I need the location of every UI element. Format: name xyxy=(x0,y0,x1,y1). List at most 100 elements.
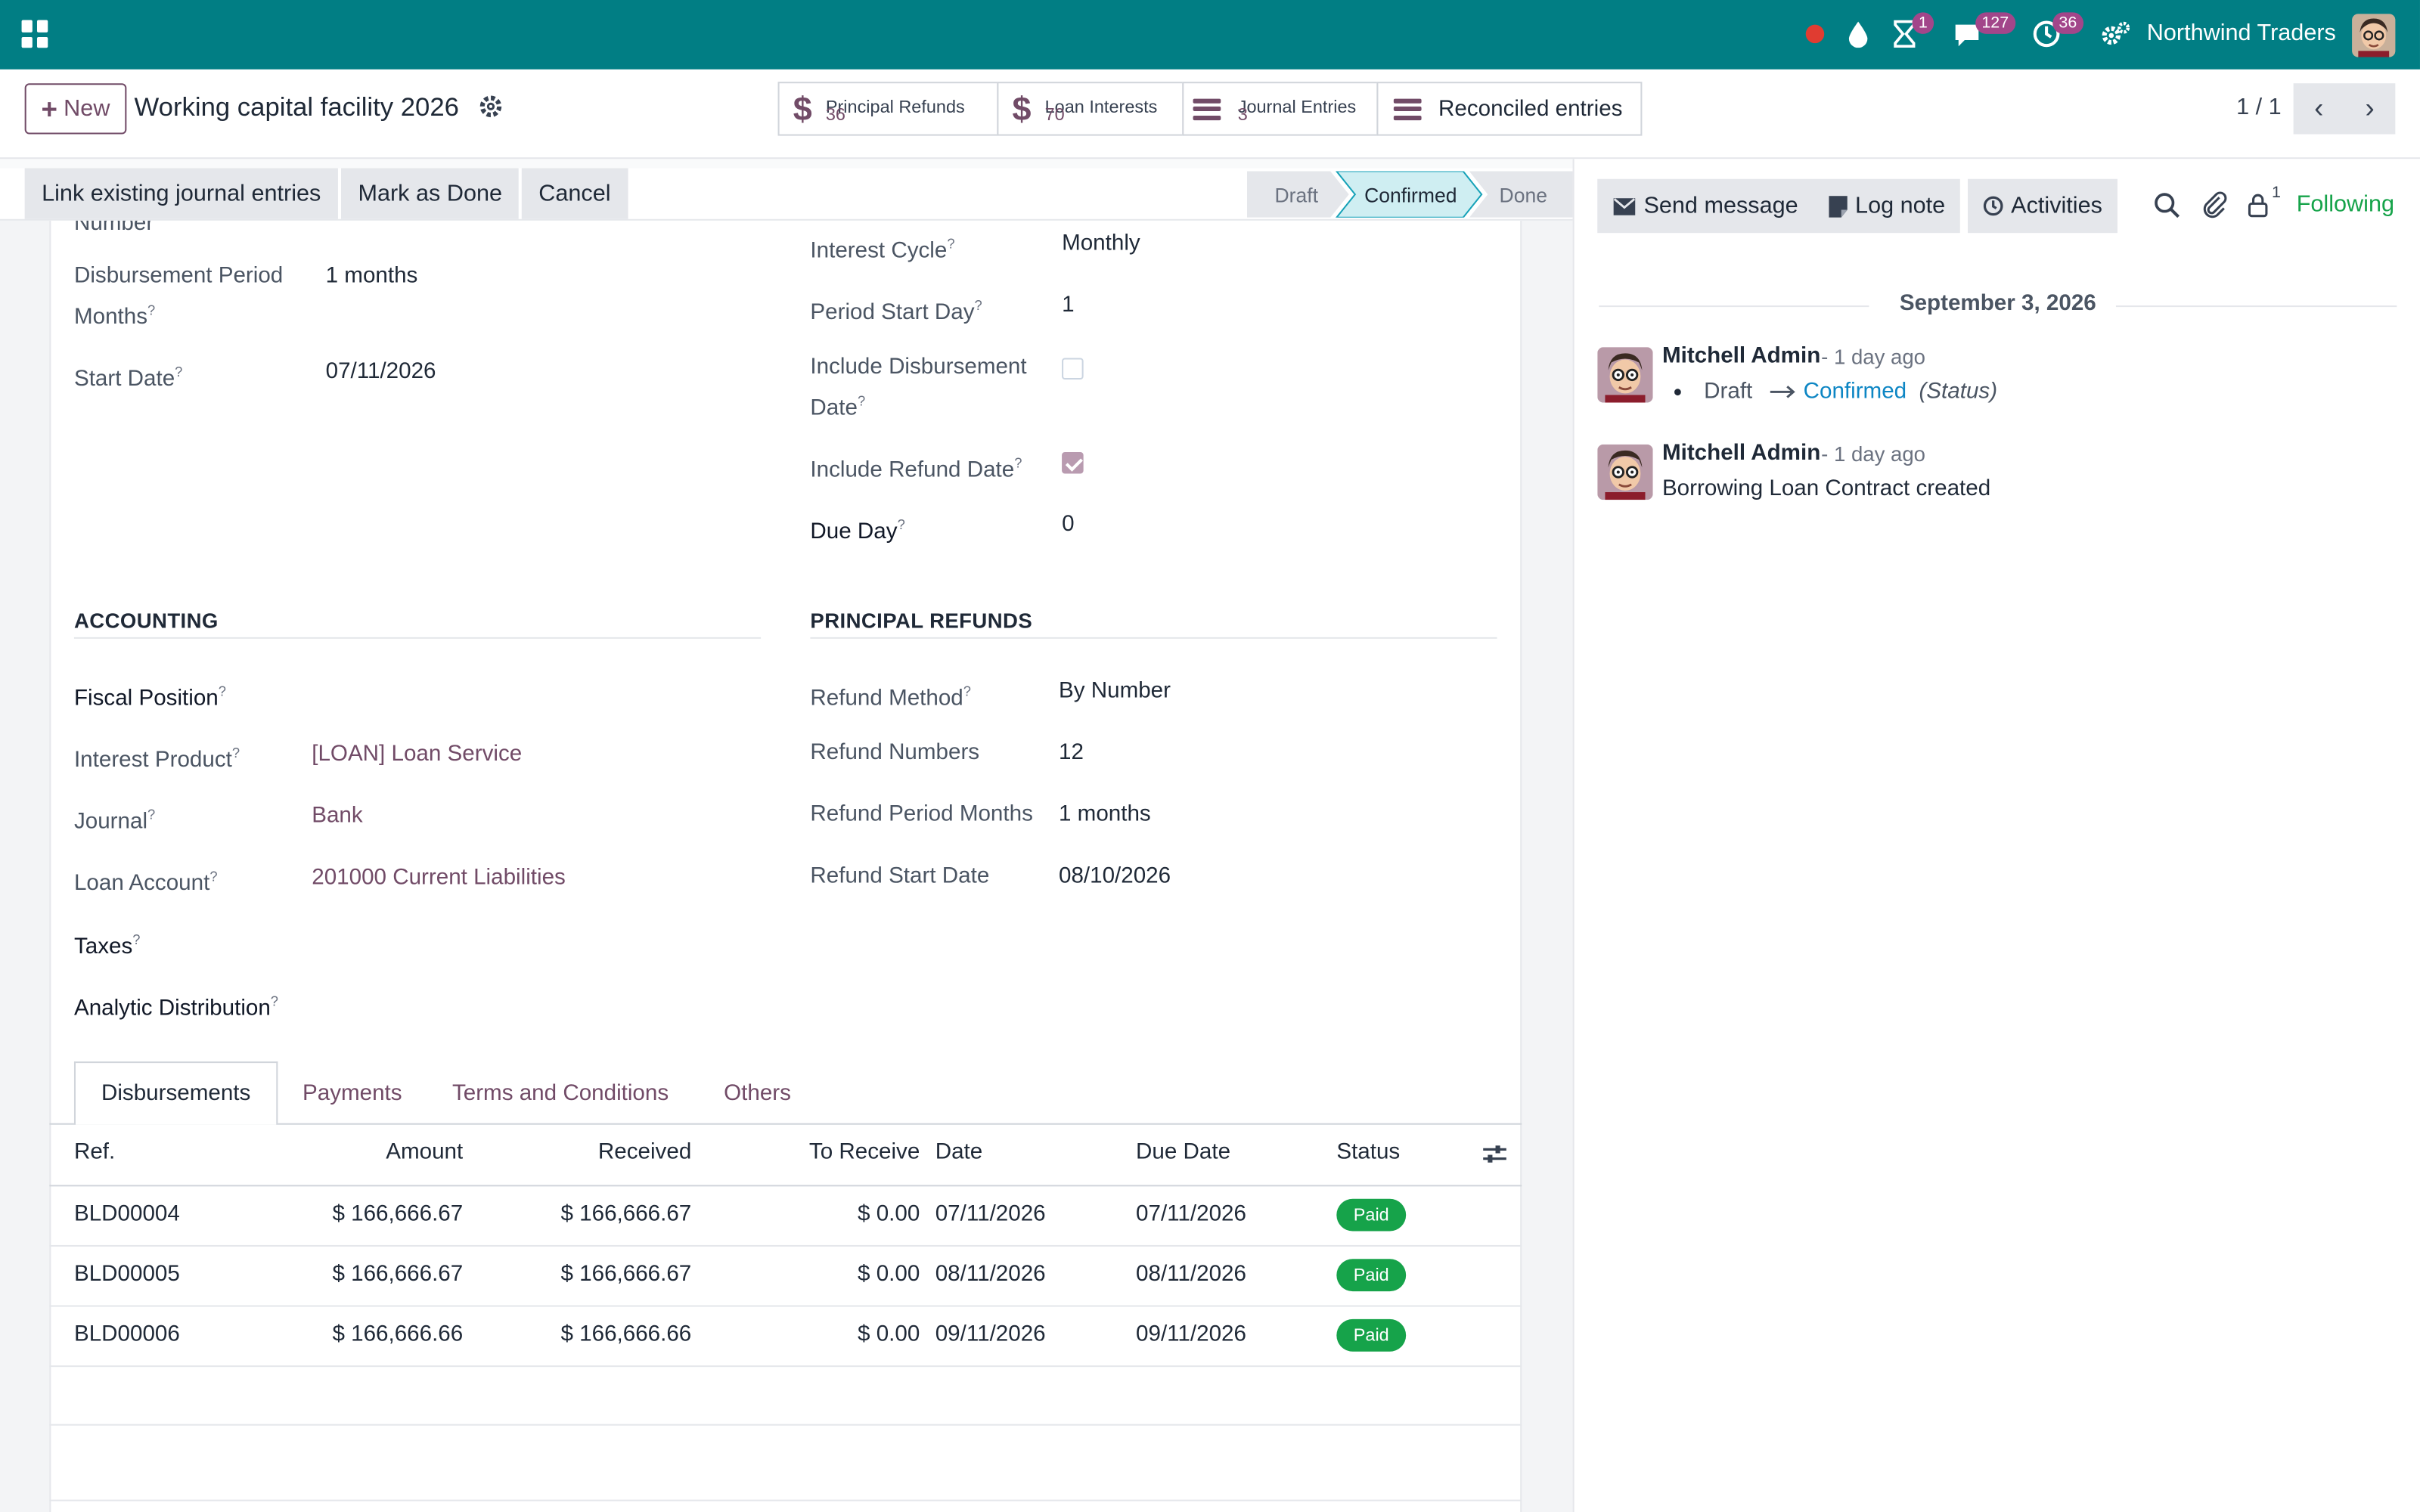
record-title: Working capital facility 2026 xyxy=(134,92,459,122)
followers-count: 1 xyxy=(2272,183,2281,203)
pager-next-icon[interactable]: › xyxy=(2344,83,2396,135)
mark-as-done-button[interactable]: Mark as Done xyxy=(341,168,520,219)
table-row[interactable]: BLD00004 $ 166,666.67 $ 166,666.67 $ 0.0… xyxy=(49,1185,1522,1245)
author-avatar[interactable] xyxy=(1597,444,1653,500)
user-avatar[interactable] xyxy=(2352,14,2396,57)
paperclip-icon[interactable] xyxy=(2201,191,2229,219)
smart-button-loan-interests[interactable]: $ Loan Interests 70 xyxy=(997,82,1184,136)
new-button-label: New xyxy=(64,95,110,122)
due-day-value[interactable]: 0 xyxy=(1062,507,1074,541)
period-start-day-value[interactable]: 1 xyxy=(1062,289,1074,323)
cell-received: $ 166,666.67 xyxy=(560,1201,692,1227)
bullet: ● xyxy=(1673,383,1683,401)
cell-to-receive: $ 0.00 xyxy=(858,1321,920,1347)
activities-button[interactable]: Activities xyxy=(1968,178,2118,234)
interest-product-link[interactable]: [LOAN] Loan Service xyxy=(312,738,522,772)
smart-button-journal-entries[interactable]: Journal Entries 3 xyxy=(1182,82,1379,136)
principal-refunds-section-title: PRINCIPAL REFUNDS xyxy=(810,609,1033,633)
stage-draft[interactable]: Draft xyxy=(1256,172,1336,218)
list-icon xyxy=(1385,98,1431,120)
cell-received: $ 166,666.67 xyxy=(560,1262,692,1287)
tab-terms-and-conditions[interactable]: Terms and Conditions xyxy=(427,1061,693,1125)
record-icon[interactable] xyxy=(1804,17,1826,51)
author-avatar[interactable] xyxy=(1597,347,1653,403)
include-refund-checkbox[interactable] xyxy=(1062,451,1084,474)
log-note-label: Log note xyxy=(1855,193,1946,219)
smart-button-reconciled-entries[interactable]: Reconciled entries xyxy=(1376,82,1643,136)
table-row[interactable]: BLD00005 $ 166,666.67 $ 166,666.67 $ 0.0… xyxy=(49,1244,1522,1306)
tracking-old-value: Draft xyxy=(1704,380,1753,404)
include-disbursement-checkbox[interactable] xyxy=(1062,358,1084,380)
column-due-date[interactable]: Due Date xyxy=(1136,1140,1230,1165)
tab-disbursements[interactable]: Disbursements xyxy=(73,1061,278,1125)
control-panel: + New Working capital facility 2026 $ Pri… xyxy=(0,69,2420,160)
table-row[interactable]: BLD00006 $ 166,666.66 $ 166,666.66 $ 0.0… xyxy=(49,1305,1522,1366)
send-message-button[interactable]: Send message xyxy=(1597,178,1814,234)
cell-date: 08/11/2026 xyxy=(935,1262,1046,1287)
status-badge: Paid xyxy=(1336,1259,1407,1292)
start-date-label: Start Date? xyxy=(73,364,183,392)
column-ref[interactable]: Ref. xyxy=(74,1140,115,1165)
refund-period-value[interactable]: 1 months xyxy=(1059,798,1151,832)
cell-due-date: 07/11/2026 xyxy=(1136,1201,1246,1227)
disbursement-period-value[interactable]: 1 months xyxy=(326,259,418,293)
followers-lock-icon[interactable] xyxy=(2244,191,2272,219)
activity-hourglass-icon[interactable]: 1 xyxy=(1892,12,1934,51)
cell-due-date: 08/11/2026 xyxy=(1136,1262,1246,1287)
optional-columns-icon[interactable] xyxy=(1481,1143,1508,1165)
loan-account-link[interactable]: 201000 Current Liabilities xyxy=(312,861,566,895)
search-icon[interactable] xyxy=(2153,191,2181,219)
link-journal-entries-button[interactable]: Link existing journal entries xyxy=(24,168,338,219)
refund-method-value[interactable]: By Number xyxy=(1059,674,1171,708)
smart-button-principal-refunds[interactable]: $ Principal Refunds 36 xyxy=(777,82,999,136)
log-note-button[interactable]: Log note xyxy=(1813,178,1961,234)
message-author[interactable]: Mitchell Admin xyxy=(1662,442,1820,466)
refund-numbers-value[interactable]: 12 xyxy=(1059,736,1084,770)
start-date-value[interactable]: 07/11/2026 xyxy=(326,355,436,389)
label-text: Start Date xyxy=(73,367,175,392)
smart-value: 3 xyxy=(1237,106,1248,125)
interest-cycle-value[interactable]: Monthly xyxy=(1062,227,1140,261)
include-disbursement-label: Include Disbursement Date? xyxy=(810,355,1027,421)
column-to-receive[interactable]: To Receive xyxy=(765,1140,920,1165)
journal-link[interactable]: Bank xyxy=(312,799,362,833)
cell-ref: BLD00004 xyxy=(73,1201,180,1227)
list-icon xyxy=(1184,98,1230,120)
smart-label: Journal Entries xyxy=(1237,98,1357,118)
company-switcher[interactable]: Northwind Traders xyxy=(2147,20,2336,47)
tab-payments[interactable]: Payments xyxy=(278,1061,427,1125)
apps-menu-icon[interactable] xyxy=(21,20,50,48)
period-start-day-label: Period Start Day? xyxy=(810,297,982,326)
new-button[interactable]: + New xyxy=(24,83,127,135)
settings-gears-icon[interactable] xyxy=(2101,17,2132,51)
separator-line xyxy=(2115,305,2397,308)
cell-date: 09/11/2026 xyxy=(935,1321,1046,1347)
pager-previous-icon[interactable]: ‹ xyxy=(2293,83,2344,135)
label-text: Analytic Distribution xyxy=(73,996,271,1021)
column-status[interactable]: Status xyxy=(1336,1140,1400,1165)
dollar-icon: $ xyxy=(1012,88,1032,128)
drop-icon[interactable] xyxy=(1848,17,1869,51)
column-date[interactable]: Date xyxy=(935,1140,983,1165)
smart-value: 70 xyxy=(1044,106,1065,125)
message-body: Borrowing Loan Contract created xyxy=(1661,476,1991,502)
cancel-button[interactable]: Cancel xyxy=(521,168,628,219)
cut-field-label: Number xyxy=(73,220,154,234)
column-received[interactable]: Received xyxy=(537,1140,691,1165)
stage-done[interactable]: Done xyxy=(1488,172,1559,218)
following-button[interactable]: Following xyxy=(2297,191,2394,218)
clock-icon[interactable]: 36 xyxy=(2033,12,2083,51)
label-text: Period Start Day xyxy=(810,300,975,326)
activities-label: Activities xyxy=(2011,193,2102,219)
gear-icon[interactable] xyxy=(479,94,504,119)
refund-start-date-value[interactable]: 08/10/2026 xyxy=(1059,860,1171,894)
stage-confirmed[interactable]: Confirmed xyxy=(1354,172,1468,218)
column-amount[interactable]: Amount xyxy=(309,1140,463,1165)
message-author[interactable]: Mitchell Admin xyxy=(1662,344,1820,369)
include-refund-label: Include Refund Date? xyxy=(810,455,1022,483)
pager-value[interactable]: 1 / 1 xyxy=(2236,94,2282,120)
tab-others[interactable]: Others xyxy=(699,1061,815,1125)
messages-icon[interactable]: 127 xyxy=(1953,12,2015,51)
table-row-empty xyxy=(49,1365,1522,1426)
interest-product-label: Interest Product? xyxy=(73,745,240,773)
